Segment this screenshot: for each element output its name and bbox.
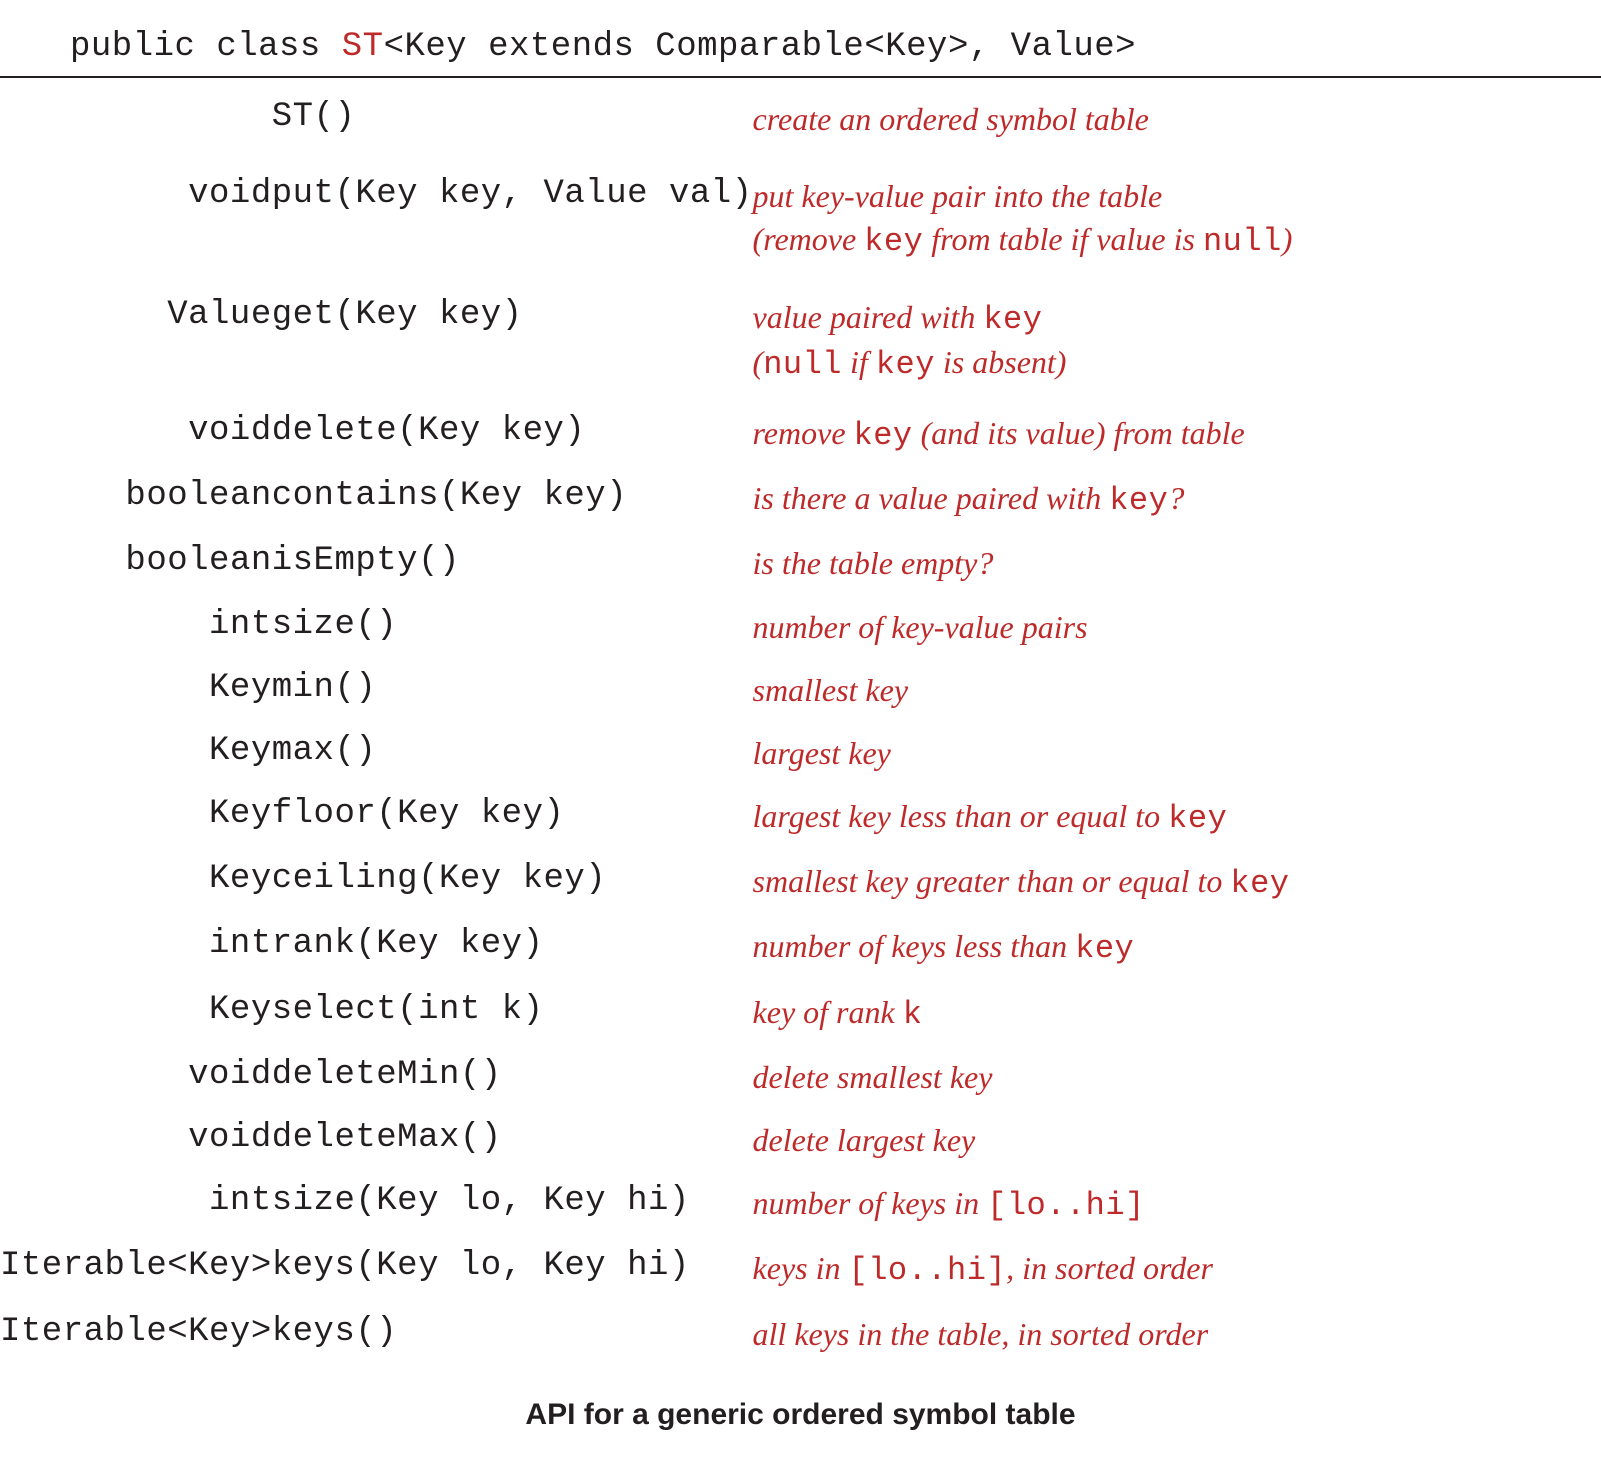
api-row: intrank(Key key)number of keys less than… (0, 915, 1601, 980)
method-signature: delete(Key key) (272, 402, 753, 467)
return-type: Key (0, 659, 272, 722)
method-description: largest key (753, 722, 1601, 785)
return-type: int (0, 1172, 272, 1237)
decl-generics: <Key extends Comparable<Key>, Value> (384, 28, 1137, 66)
inline-code: [lo..hi] (987, 1187, 1145, 1224)
decl-classname: ST (342, 28, 384, 66)
api-row: Keyfloor(Key key)largest key less than o… (0, 785, 1601, 850)
api-table-body: ST()create an ordered symbol tablevoidpu… (0, 92, 1601, 1366)
inline-code: key (854, 417, 913, 454)
method-signature: ceiling(Key key) (272, 850, 753, 915)
inline-code: key (1230, 865, 1289, 902)
method-description: number of keys less than key (753, 915, 1601, 980)
return-type: int (0, 915, 272, 980)
inline-code: key (864, 223, 923, 260)
method-description: key of rank k (753, 981, 1601, 1046)
api-row: Keyceiling(Key key)smallest key greater … (0, 850, 1601, 915)
return-type: Value (0, 280, 272, 402)
method-description: put key-value pair into the table(remove… (753, 159, 1601, 279)
method-signature: size() (272, 596, 753, 659)
method-signature: keys(Key lo, Key hi) (272, 1237, 753, 1302)
method-description: create an ordered symbol table (753, 92, 1601, 159)
method-description: smallest key (753, 659, 1601, 722)
method-signature: size(Key lo, Key hi) (272, 1172, 753, 1237)
return-type: void (0, 1109, 272, 1172)
method-description: remove key (and its value) from table (753, 402, 1601, 467)
method-description: number of key-value pairs (753, 596, 1601, 659)
method-description: delete smallest key (753, 1046, 1601, 1109)
api-row: intsize(Key lo, Key hi)number of keys in… (0, 1172, 1601, 1237)
return-type: void (0, 402, 272, 467)
method-description: value paired with key(null if key is abs… (753, 280, 1601, 402)
return-type: boolean (0, 532, 272, 595)
return-type: int (0, 596, 272, 659)
method-description: delete largest key (753, 1109, 1601, 1172)
return-type: Iterable<Key> (0, 1303, 272, 1366)
return-type (0, 92, 272, 159)
api-row: voiddeleteMax()delete largest key (0, 1109, 1601, 1172)
inline-code: [lo..hi] (848, 1252, 1006, 1289)
method-signature: keys() (272, 1303, 753, 1366)
inline-code: key (1168, 800, 1227, 837)
return-type: Key (0, 785, 272, 850)
method-description: all keys in the table, in sorted order (753, 1303, 1601, 1366)
header-rule (0, 76, 1601, 78)
method-signature: floor(Key key) (272, 785, 753, 850)
api-row: Iterable<Key>keys(Key lo, Key hi)keys in… (0, 1237, 1601, 1302)
inline-code: k (903, 996, 923, 1033)
method-signature: select(int k) (272, 981, 753, 1046)
return-type: void (0, 1046, 272, 1109)
method-signature: deleteMax() (272, 1109, 753, 1172)
inline-code: null (763, 346, 842, 383)
inline-code: key (1075, 930, 1134, 967)
method-description: is there a value paired with key? (753, 467, 1601, 532)
method-signature: max() (272, 722, 753, 785)
api-row: Iterable<Key>keys()all keys in the table… (0, 1303, 1601, 1366)
api-row: voiddeleteMin()delete smallest key (0, 1046, 1601, 1109)
inline-code: key (983, 301, 1042, 338)
method-signature: isEmpty() (272, 532, 753, 595)
api-row: Keymin()smallest key (0, 659, 1601, 722)
decl-prefix: public class (70, 28, 342, 66)
return-type: Key (0, 981, 272, 1046)
api-row: booleancontains(Key key)is there a value… (0, 467, 1601, 532)
method-signature: min() (272, 659, 753, 722)
inline-code: key (876, 346, 935, 383)
api-row: Keyselect(int k)key of rank k (0, 981, 1601, 1046)
api-row: Valueget(Key key)value paired with key(n… (0, 280, 1601, 402)
return-type: Iterable<Key> (0, 1237, 272, 1302)
inline-code: key (1109, 482, 1168, 519)
method-description: keys in [lo..hi], in sorted order (753, 1237, 1601, 1302)
api-row: intsize()number of key-value pairs (0, 596, 1601, 659)
api-table: ST()create an ordered symbol tablevoidpu… (0, 92, 1601, 1366)
api-row: ST()create an ordered symbol table (0, 92, 1601, 159)
method-signature: contains(Key key) (272, 467, 753, 532)
table-caption: API for a generic ordered symbol table (0, 1398, 1601, 1432)
method-signature: rank(Key key) (272, 915, 753, 980)
api-row: voidput(Key key, Value val)put key-value… (0, 159, 1601, 279)
api-table-page: public class ST<Key extends Comparable<K… (0, 0, 1601, 1472)
method-description: is the table empty? (753, 532, 1601, 595)
api-row: Keymax()largest key (0, 722, 1601, 785)
return-type: void (0, 159, 272, 279)
method-signature: deleteMin() (272, 1046, 753, 1109)
return-type: boolean (0, 467, 272, 532)
api-row: booleanisEmpty()is the table empty? (0, 532, 1601, 595)
method-description: largest key less than or equal to key (753, 785, 1601, 850)
return-type: Key (0, 722, 272, 785)
method-signature: put(Key key, Value val) (272, 159, 753, 279)
api-row: voiddelete(Key key)remove key (and its v… (0, 402, 1601, 467)
method-signature: ST() (272, 92, 753, 159)
class-declaration: public class ST<Key extends Comparable<K… (0, 28, 1601, 76)
method-description: smallest key greater than or equal to ke… (753, 850, 1601, 915)
inline-code: null (1203, 223, 1282, 260)
method-signature: get(Key key) (272, 280, 753, 402)
return-type: Key (0, 850, 272, 915)
method-description: number of keys in [lo..hi] (753, 1172, 1601, 1237)
